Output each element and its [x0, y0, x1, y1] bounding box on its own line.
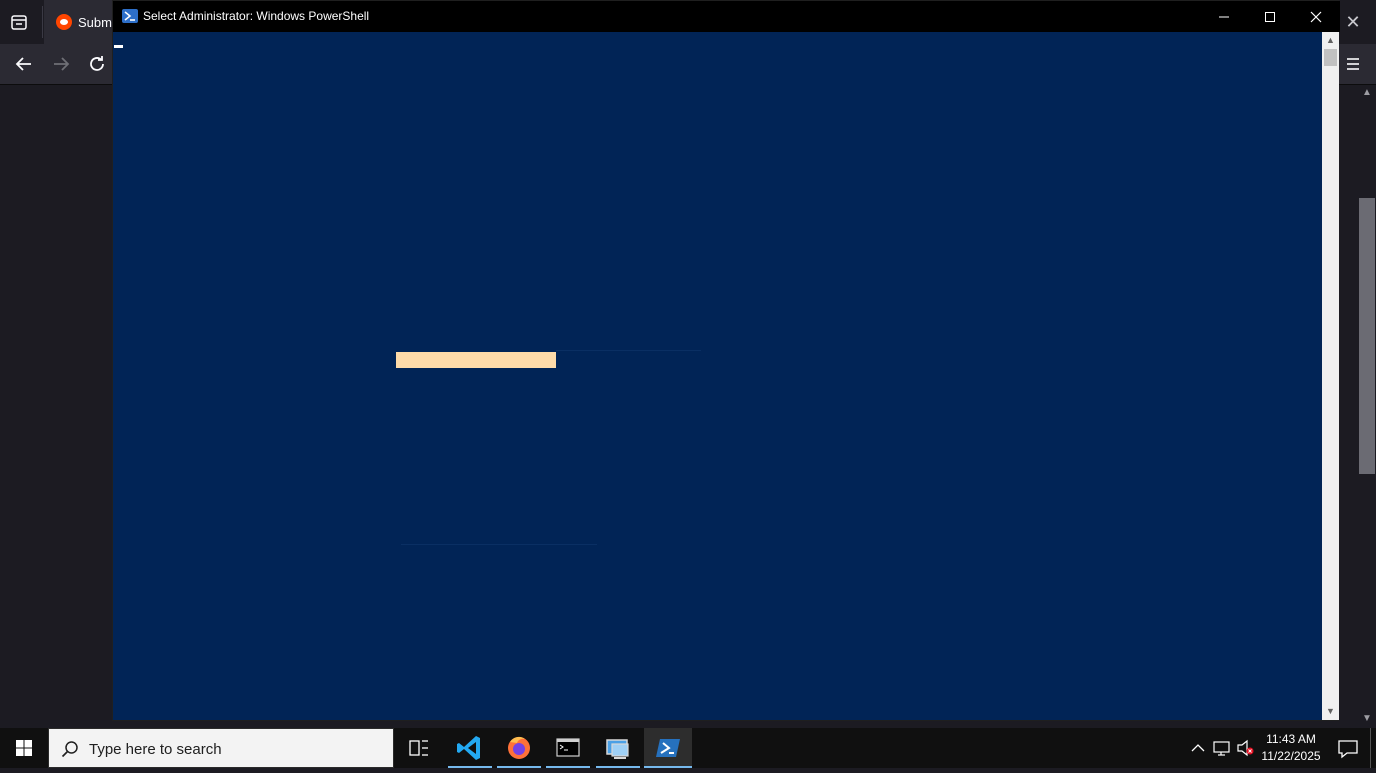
back-icon[interactable]: [13, 53, 35, 75]
scroll-down-icon[interactable]: ▼: [1361, 713, 1373, 725]
remote-desktop-icon[interactable]: [594, 728, 642, 768]
scroll-up-icon[interactable]: ▲: [1361, 87, 1373, 99]
console-scrollbar[interactable]: ▲ ▼: [1322, 32, 1339, 720]
chevron-up-icon[interactable]: [1188, 728, 1208, 768]
minimize-icon: [1219, 16, 1229, 18]
search-placeholder: Type here to search: [89, 741, 222, 758]
notification-icon: [1338, 740, 1358, 759]
terminal-icon[interactable]: [544, 728, 592, 768]
volume-muted-icon[interactable]: [1235, 728, 1257, 768]
maximize-icon: [1265, 12, 1275, 22]
browser-tab-title: Submi: [78, 15, 115, 30]
maximize-button[interactable]: [1247, 1, 1293, 32]
text-selection[interactable]: [396, 352, 556, 368]
system-clock[interactable]: 11:43 AM 11/22/2025: [1258, 731, 1324, 765]
firefox-icon[interactable]: [495, 728, 543, 768]
close-icon[interactable]: ✕: [1343, 12, 1363, 32]
page-scrollbar[interactable]: ▲ ▼: [1358, 85, 1376, 728]
search-icon: [61, 741, 78, 758]
vscode-icon[interactable]: [446, 728, 494, 768]
clock-time: 11:43 AM: [1266, 732, 1316, 746]
reload-icon[interactable]: [86, 53, 108, 75]
search-box[interactable]: Type here to search: [48, 728, 394, 768]
console-area[interactable]: [113, 32, 1322, 720]
close-button[interactable]: [1293, 1, 1339, 32]
reddit-icon: [56, 14, 72, 30]
clock-date: 11/22/2025: [1261, 749, 1321, 763]
window-title: Select Administrator: Windows PowerShell: [143, 9, 370, 23]
menu-icon[interactable]: [1342, 53, 1364, 75]
scroll-down-icon[interactable]: ▼: [1322, 703, 1339, 720]
minimize-button[interactable]: [1201, 1, 1247, 32]
powershell-titlebar[interactable]: Select Administrator: Windows PowerShell: [113, 1, 1340, 32]
text-cursor: [114, 45, 123, 48]
tab-separator: [42, 6, 43, 38]
forward-icon[interactable]: [50, 53, 72, 75]
start-button[interactable]: [0, 728, 48, 768]
taskbar: Type here to search 11:43 AM 11/22/2025: [0, 728, 1376, 768]
console-scrollbar-thumb[interactable]: [1324, 49, 1337, 66]
windows-icon: [16, 740, 32, 756]
scroll-up-icon[interactable]: ▲: [1322, 32, 1339, 49]
powershell-window: Select Administrator: Windows PowerShell…: [112, 0, 1340, 721]
page-scrollbar-thumb[interactable]: [1359, 198, 1375, 474]
powershell-title-icon: [122, 9, 138, 23]
show-desktop-button[interactable]: [1370, 728, 1376, 768]
powershell-icon[interactable]: [644, 728, 692, 768]
close-icon: [1310, 11, 1322, 23]
task-view-icon[interactable]: [395, 728, 443, 768]
divider: [556, 350, 701, 351]
divider: [401, 544, 597, 545]
network-icon[interactable]: [1211, 728, 1233, 768]
tab-list-icon[interactable]: [8, 11, 30, 33]
notification-button[interactable]: [1330, 728, 1366, 768]
